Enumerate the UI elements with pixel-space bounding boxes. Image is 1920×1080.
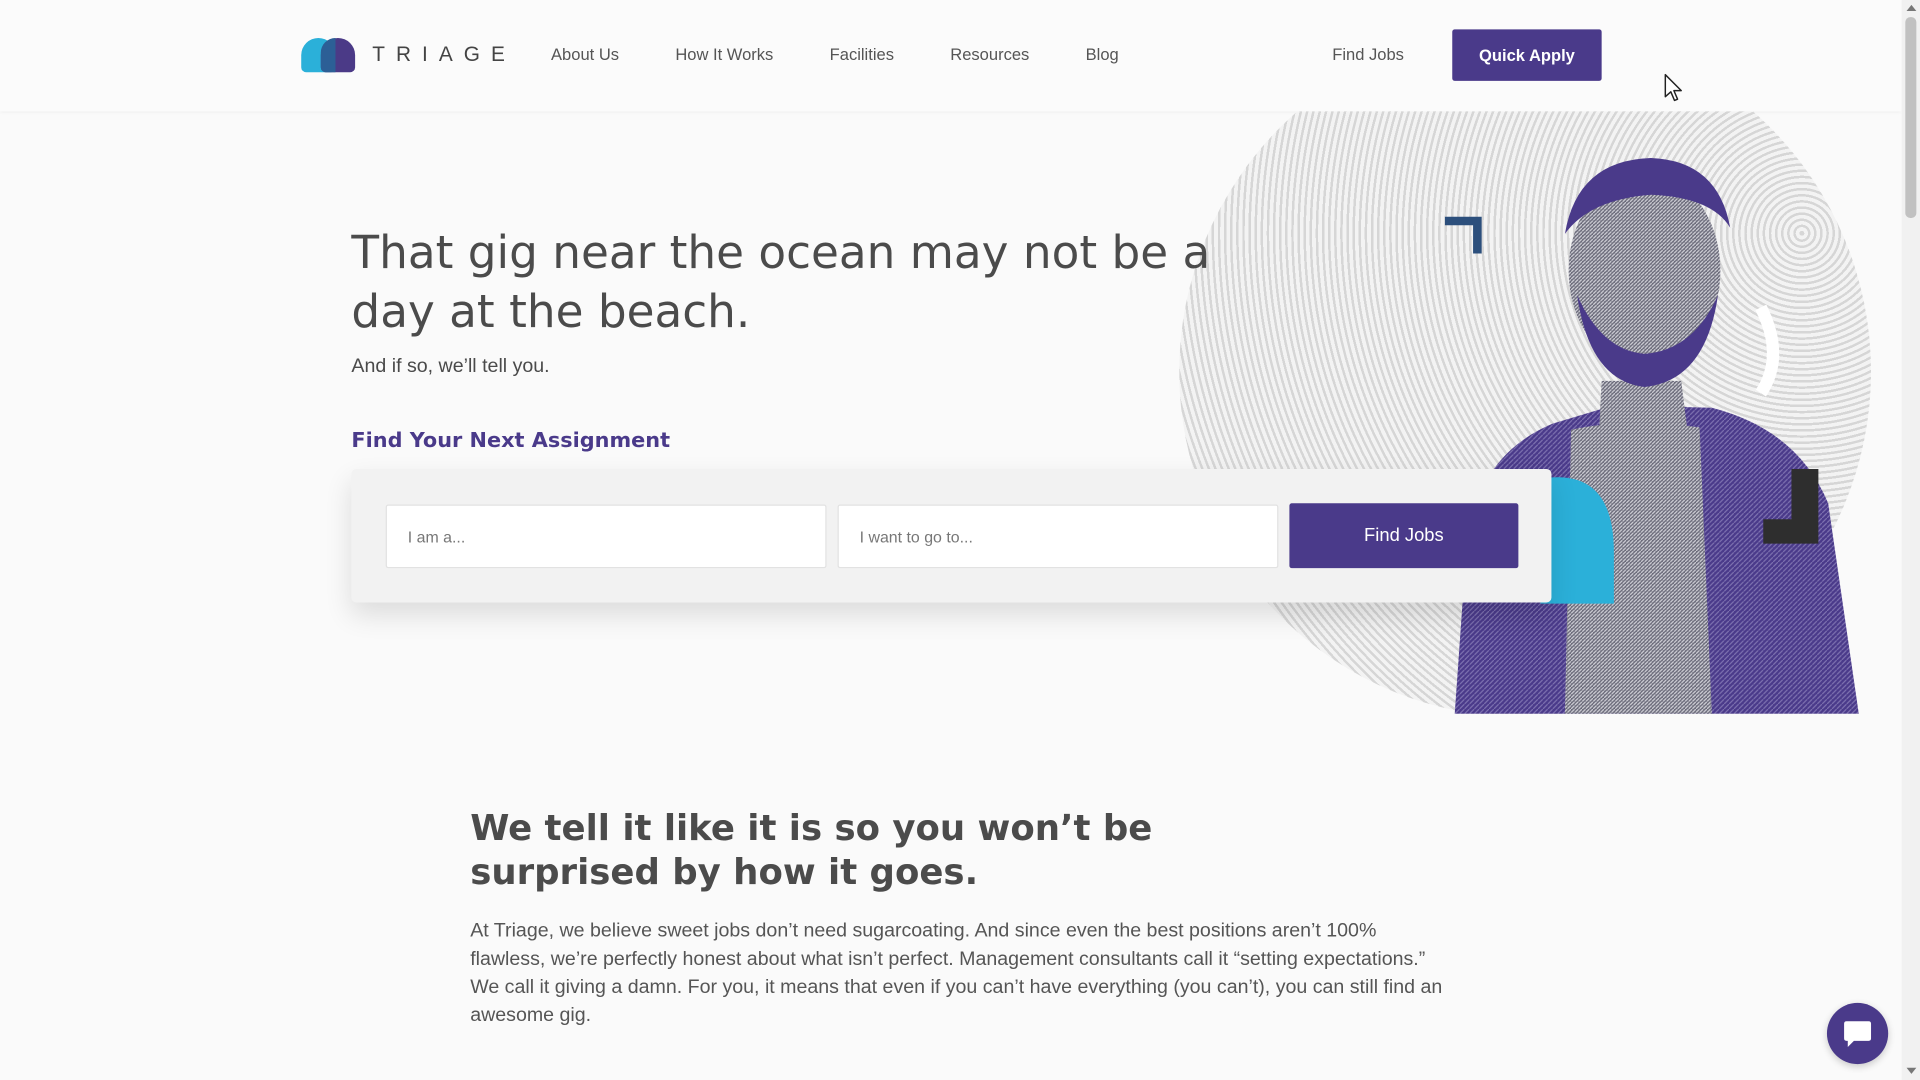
main-nav: About Us How It Works Facilities Resourc… <box>551 45 1175 63</box>
about-title: We tell it like it is so you won’t be su… <box>470 806 1153 893</box>
logo-wordmark: TRIAGE <box>372 42 516 67</box>
destination-input-placeholder: I want to go to... <box>859 527 973 546</box>
chat-bubble-icon <box>1844 1021 1872 1047</box>
nav-blog[interactable]: Blog <box>1086 45 1119 63</box>
triage-logo-icon <box>301 37 357 73</box>
triage-logo[interactable]: TRIAGE <box>301 37 516 73</box>
page: TRIAGE About Us How It Works Facilities … <box>0 0 1920 1080</box>
mouse-pointer-icon <box>1664 73 1682 102</box>
hero-subtitle: And if so, we’ll tell you. <box>351 356 550 378</box>
about-body: At Triage, we believe sweet jobs don’t n… <box>470 920 1443 1027</box>
find-jobs-button[interactable]: Find Jobs <box>1289 503 1519 569</box>
nav-find-jobs-link[interactable]: Find Jobs <box>1332 45 1404 63</box>
scroll-up-arrow-icon[interactable] <box>1906 4 1917 12</box>
role-input[interactable]: I am a... <box>385 504 827 569</box>
person-photo-illustration <box>1444 157 1859 714</box>
destination-input[interactable]: I want to go to... <box>837 504 1279 569</box>
nav-resources[interactable]: Resources <box>950 45 1029 63</box>
quick-apply-button[interactable]: Quick Apply <box>1452 29 1602 81</box>
site-header: TRIAGE About Us How It Works Facilities … <box>0 0 1902 112</box>
scrollbar-thumb[interactable] <box>1905 17 1917 218</box>
hero-title: That gig near the ocean may not be a day… <box>351 226 1211 338</box>
hero-illustration <box>1179 111 1872 714</box>
job-search-form: I am a... I want to go to... Find Jobs <box>351 468 1552 603</box>
page-scrollbar[interactable] <box>1901 0 1920 1080</box>
nav-facilities[interactable]: Facilities <box>830 45 894 63</box>
role-input-placeholder: I am a... <box>407 527 466 546</box>
scroll-down-arrow-icon[interactable] <box>1906 1067 1917 1074</box>
nav-how-it-works[interactable]: How It Works <box>675 45 773 63</box>
search-heading: Find Your Next Assignment <box>351 428 671 454</box>
chat-widget-button[interactable] <box>1826 1002 1889 1065</box>
nav-about-us[interactable]: About Us <box>551 45 619 63</box>
